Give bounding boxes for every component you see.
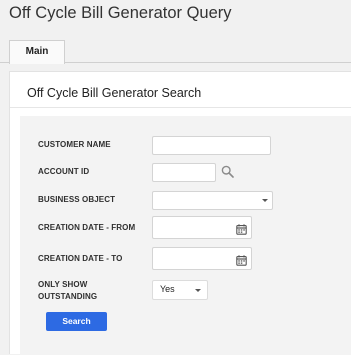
only-show-label-line2: OUTSTANDING: [38, 292, 98, 301]
only-show-outstanding-value: Yes: [160, 284, 175, 294]
search-section: Off Cycle Bill Generator Search CUSTOMER…: [9, 71, 351, 355]
creation-date-to-label: CREATION DATE - TO: [38, 254, 123, 263]
only-show-outstanding-label: ONLY SHOW OUTSTANDING: [38, 279, 97, 303]
calendar-icon[interactable]: [236, 253, 247, 271]
account-id-input[interactable]: [152, 163, 216, 182]
search-form: CUSTOMER NAME ACCOUNT ID BUSINESS OBJECT…: [20, 116, 351, 355]
section-title: Off Cycle Bill Generator Search: [10, 72, 351, 108]
calendar-icon[interactable]: [236, 222, 247, 240]
search-icon[interactable]: [221, 165, 234, 183]
chevron-down-icon: [195, 289, 201, 292]
customer-name-input[interactable]: [152, 136, 271, 155]
search-button[interactable]: Search: [46, 312, 107, 331]
page-title: Off Cycle Bill Generator Query: [9, 4, 232, 22]
tab-bar: Main: [0, 40, 351, 64]
creation-date-from-label: CREATION DATE - FROM: [38, 223, 136, 232]
creation-date-from-input[interactable]: [152, 216, 252, 239]
only-show-label-line1: ONLY SHOW: [38, 280, 88, 289]
tab-main[interactable]: Main: [9, 40, 65, 64]
business-object-label: BUSINESS OBJECT: [38, 195, 116, 204]
customer-name-label: CUSTOMER NAME: [38, 140, 111, 149]
chevron-down-icon: [262, 199, 268, 202]
business-object-select[interactable]: [152, 191, 273, 210]
only-show-outstanding-select[interactable]: Yes: [152, 280, 208, 300]
creation-date-to-input[interactable]: [152, 247, 252, 270]
account-id-label: ACCOUNT ID: [38, 167, 90, 176]
